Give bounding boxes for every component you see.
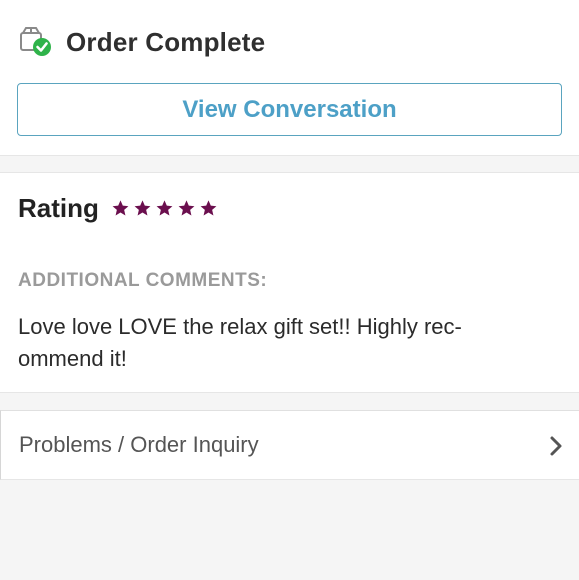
order-status-card: Order Complete View Conversation: [0, 0, 579, 156]
star-icon: [134, 200, 151, 216]
star-icon: [178, 200, 195, 216]
star-rating: [111, 199, 218, 218]
order-detail-screen: Order Complete View Conversation Rating …: [0, 0, 579, 580]
comments-text: Love love LOVE the relax gift set!! High…: [18, 314, 462, 371]
order-status-row: Order Complete: [18, 22, 265, 62]
rating-card: Rating ADDITIONAL COMMENTS: Love love LO…: [0, 172, 579, 393]
chevron-right-icon: [549, 435, 563, 457]
star-icon: [156, 200, 173, 216]
comments-label: ADDITIONAL COMMENTS:: [18, 270, 268, 291]
star-icon: [112, 200, 129, 216]
problems-label: Problems / Order Inquiry: [19, 432, 259, 457]
rating-row: Rating: [18, 193, 218, 224]
star-icon: [200, 200, 217, 216]
box-check-icon: [18, 26, 54, 58]
page-title: Order Complete: [66, 26, 266, 57]
view-conversation-button[interactable]: View Conversation: [17, 83, 562, 136]
rating-label: Rating: [18, 193, 99, 223]
problems-order-inquiry-link[interactable]: Problems / Order Inquiry: [0, 410, 579, 480]
